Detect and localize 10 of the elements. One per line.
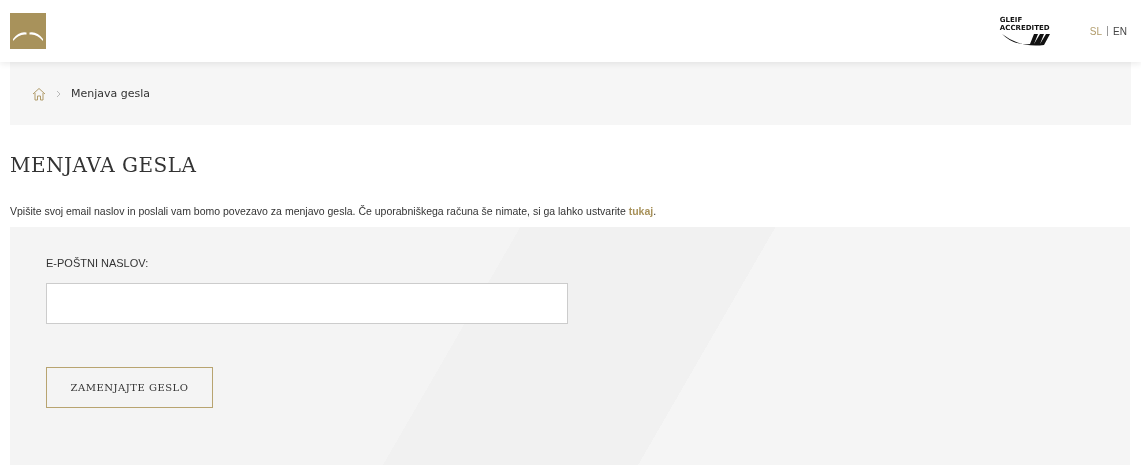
breadcrumb-item: Menjava gesla: [71, 87, 151, 100]
intro-text: Vpišite svoj email naslov in poslali vam bomo povezavo za menjavo gesla. Če uporabniškega računa še nimate, si ga lahko ustvarite tukaj.: [10, 205, 658, 217]
submit-button[interactable]: ZAMENJAJTE GESLO: [46, 367, 213, 408]
email-input[interactable]: [46, 283, 568, 324]
home-icon[interactable]: [32, 86, 46, 101]
language-link[interactable]: EN: [1113, 25, 1127, 37]
logo-icon[interactable]: [10, 13, 46, 49]
email-label: E-POŠTNI NASLOV:: [46, 257, 149, 269]
page-title: MENJAVA GESLA: [10, 153, 198, 177]
chevron-icon: [56, 89, 61, 98]
